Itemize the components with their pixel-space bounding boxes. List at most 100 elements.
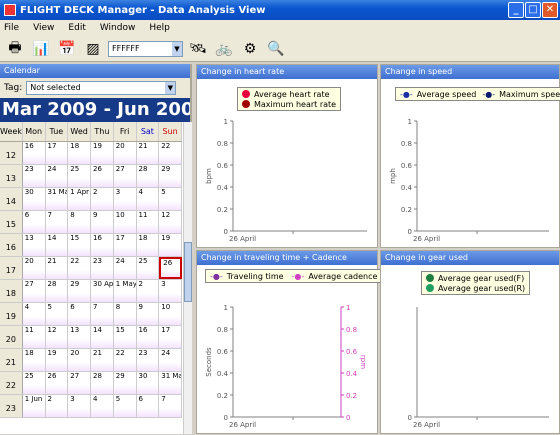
calendar-day[interactable]: 14 [45, 234, 69, 256]
calendar-day[interactable]: 31 Mar [45, 188, 69, 210]
color-select[interactable]: FFFFFF ▼ [108, 40, 183, 57]
close-button[interactable]: ✕ [542, 2, 558, 18]
calendar-day[interactable]: 27 [113, 165, 137, 187]
calendar-day[interactable]: 9 [91, 211, 114, 233]
calendar-day[interactable]: 4 [136, 188, 160, 210]
calendar-day[interactable]: 25 [68, 165, 91, 187]
calendar-day[interactable]: 18 [22, 349, 46, 371]
calendar-day[interactable]: 21 [91, 349, 114, 371]
calendar-day[interactable]: 4 [91, 395, 114, 417]
calendar-day[interactable]: 7 [45, 211, 69, 233]
calendar-day[interactable]: 7 [91, 303, 114, 325]
calendar-day[interactable]: 23 [136, 349, 160, 371]
bicycle-icon[interactable]: 🚲 [213, 38, 235, 60]
calendar-day[interactable]: 10 [113, 211, 137, 233]
calendar-day[interactable]: 2 [91, 188, 114, 210]
calendar-day[interactable]: 19 [159, 234, 182, 256]
calendar-day[interactable]: 20 [22, 257, 46, 279]
calendar-day[interactable]: 13 [22, 234, 46, 256]
calendar-day[interactable]: 16 [22, 142, 46, 164]
menu-help[interactable]: Help [149, 23, 170, 33]
calendar-day[interactable]: 17 [159, 326, 182, 348]
calendar-day[interactable]: 6 [68, 303, 91, 325]
calendar-day[interactable]: 28 [91, 372, 114, 394]
calendar-day[interactable]: 29 [113, 372, 137, 394]
chart-icon[interactable]: 📊 [30, 38, 52, 60]
calendar-day[interactable]: 21 [136, 142, 160, 164]
calendar-day[interactable]: 16 [136, 326, 160, 348]
calendar-day[interactable]: 1 Apr [68, 188, 91, 210]
scroll-thumb[interactable] [184, 242, 192, 302]
calendar-day[interactable]: 29 [68, 280, 91, 302]
calendar-day[interactable]: 17 [113, 234, 137, 256]
calendar-day[interactable]: 11 [136, 211, 160, 233]
calendar-day[interactable]: 22 [113, 349, 137, 371]
calendar-day[interactable]: 18 [136, 234, 160, 256]
calendar-day[interactable]: 22 [68, 257, 91, 279]
calendar-day[interactable]: 10 [159, 303, 182, 325]
calendar-day[interactable]: 24 [45, 165, 69, 187]
calendar-day[interactable]: 31 May [159, 372, 182, 394]
calendar-day[interactable]: 12 [159, 211, 182, 233]
calendar-day[interactable]: 3 [68, 395, 91, 417]
calendar-day[interactable]: 20 [113, 142, 137, 164]
calendar-day[interactable]: 19 [91, 142, 114, 164]
calendar-day[interactable]: 14 [91, 326, 114, 348]
calendar-day[interactable]: 24 [113, 257, 137, 279]
calendar-day[interactable]: 27 [68, 372, 91, 394]
calendar-day[interactable]: 8 [68, 211, 91, 233]
calendar-day[interactable]: 26 [91, 165, 114, 187]
menu-edit[interactable]: Edit [68, 23, 85, 33]
calendar-day[interactable]: 25 [22, 372, 46, 394]
calendar-day[interactable]: 23 [91, 257, 114, 279]
minimize-button[interactable]: _ [508, 2, 524, 18]
maximize-button[interactable]: □ [525, 2, 541, 18]
calendar-day[interactable]: 23 [22, 165, 46, 187]
calendar-day[interactable]: 15 [68, 234, 91, 256]
printer-icon[interactable]: 🖶 [4, 38, 26, 60]
calendar-day[interactable]: 3 [113, 188, 137, 210]
calendar-day[interactable]: 30 [22, 188, 46, 210]
calendar-day[interactable]: 6 [136, 395, 160, 417]
calendar-day[interactable]: 24 [159, 349, 182, 371]
calendar-day[interactable]: 29 [159, 165, 182, 187]
calendar-day[interactable]: 28 [136, 165, 160, 187]
calendar-day[interactable]: 5 [45, 303, 69, 325]
calendar-day[interactable]: 27 [22, 280, 46, 302]
calendar-day[interactable]: 30 Apr [91, 280, 114, 302]
calendar-day[interactable]: 22 [159, 142, 182, 164]
calendar-day[interactable]: 18 [68, 142, 91, 164]
device-icon[interactable]: 🛰 [187, 38, 209, 60]
calendar-day[interactable]: 3 [159, 280, 182, 302]
image-icon[interactable]: ▨ [82, 38, 104, 60]
calendar-day[interactable]: 19 [45, 349, 69, 371]
calendar-day[interactable]: 16 [91, 234, 114, 256]
calendar-day[interactable]: 6 [22, 211, 46, 233]
calendar-day[interactable]: 11 [22, 326, 46, 348]
calendar-day[interactable]: 1 May [113, 280, 137, 302]
calendar-day[interactable]: 1 Jun [22, 395, 46, 417]
calendar-scrollbar[interactable] [183, 122, 192, 434]
menu-file[interactable]: File [4, 23, 19, 33]
calendar-day[interactable]: 28 [45, 280, 69, 302]
calendar-day[interactable]: 15 [113, 326, 137, 348]
calendar-day[interactable]: 5 [113, 395, 137, 417]
calendar-day[interactable]: 30 [136, 372, 160, 394]
calendar-day[interactable]: 26 [159, 257, 182, 279]
calendar-day[interactable]: 5 [159, 188, 182, 210]
calendar-day[interactable]: 13 [68, 326, 91, 348]
menu-view[interactable]: View [33, 23, 54, 33]
calendar-day[interactable]: 12 [45, 326, 69, 348]
calendar-day[interactable]: 2 [45, 395, 69, 417]
calendar-day[interactable]: 21 [45, 257, 69, 279]
gear-icon[interactable]: ⚙ [239, 38, 261, 60]
calendar-day[interactable]: 7 [159, 395, 182, 417]
calendar-day[interactable]: 9 [136, 303, 160, 325]
search-icon[interactable]: 🔍 [265, 38, 287, 60]
calendar-day[interactable]: 8 [113, 303, 137, 325]
calendar-day[interactable]: 25 [136, 257, 160, 279]
calendar-day[interactable]: 26 [45, 372, 69, 394]
tag-select[interactable]: Not selected ▼ [26, 81, 177, 95]
calendar-day[interactable]: 20 [68, 349, 91, 371]
menu-window[interactable]: Window [100, 23, 136, 33]
